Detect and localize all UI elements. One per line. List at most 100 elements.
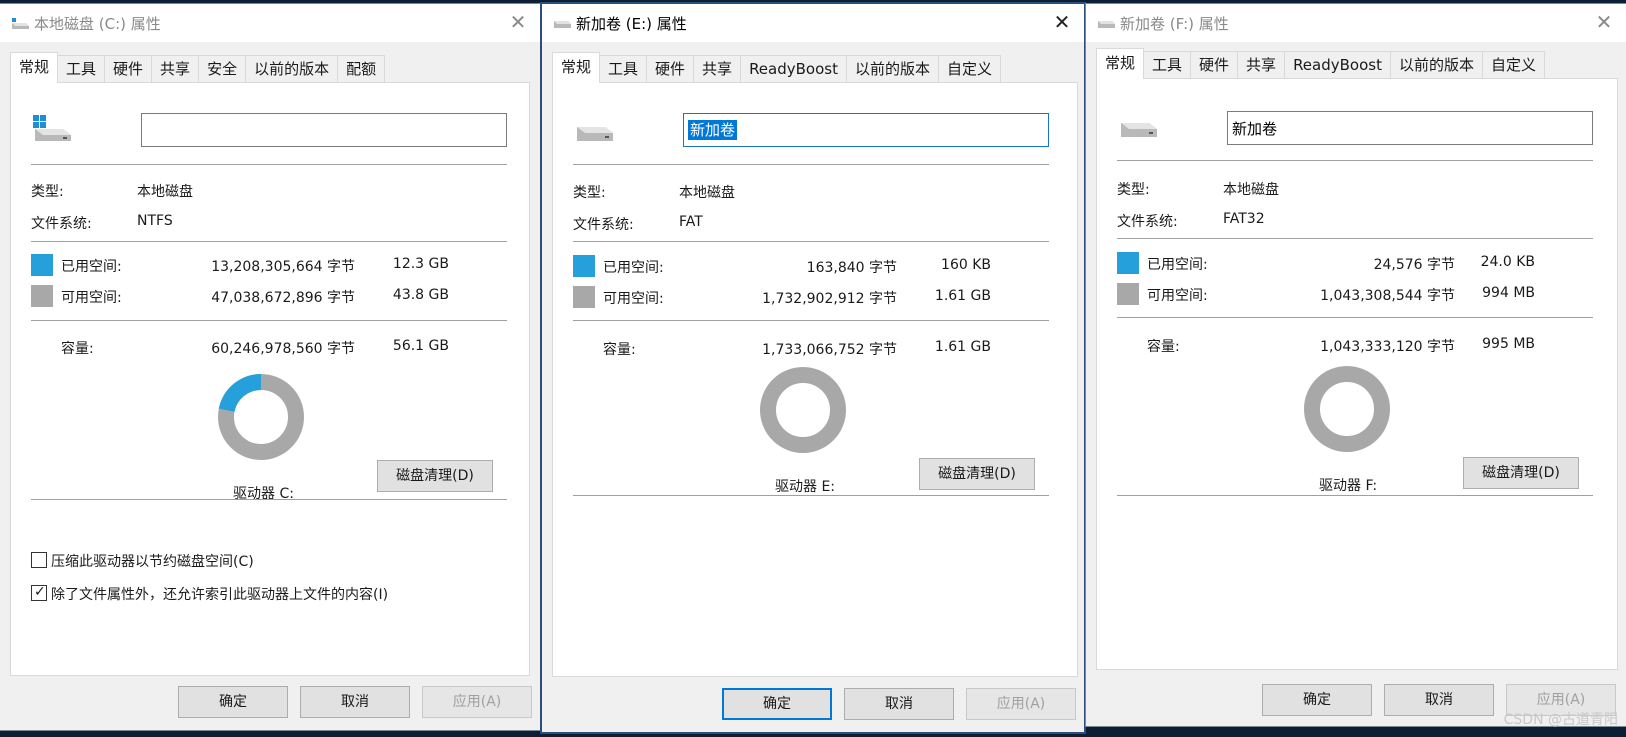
- tab-sharing[interactable]: 共享: [151, 55, 200, 82]
- tab-sharing[interactable]: 共享: [693, 55, 742, 82]
- type-label: 类型:: [1117, 182, 1150, 198]
- close-icon[interactable]: ✕: [1052, 12, 1072, 32]
- separator: [31, 241, 507, 242]
- tab-hardware[interactable]: 硬件: [104, 55, 153, 82]
- properties-window-c: 本地磁盘 (C:) 属性 ✕ 常规 工具 硬件 共享 安全 以前的版本 配额 类…: [0, 4, 540, 730]
- capacity-size: 56.1 GB: [392, 338, 449, 354]
- tab-previous-versions[interactable]: 以前的版本: [845, 55, 939, 82]
- separator: [573, 164, 1049, 165]
- apply-button[interactable]: 应用(A): [422, 686, 532, 718]
- index-label[interactable]: 除了文件属性外，还允许索引此驱动器上文件的内容(I): [51, 584, 388, 604]
- used-space-bytes: 24,576 字节: [1373, 257, 1455, 273]
- tab-general[interactable]: 常规: [10, 52, 59, 83]
- tab-tools[interactable]: 工具: [599, 55, 648, 82]
- volume-name-input[interactable]: 新加卷: [683, 113, 1049, 147]
- checkmark-icon: ✓: [34, 584, 46, 600]
- drive-icon: [12, 18, 29, 29]
- volume-name-selection: 新加卷: [688, 120, 738, 140]
- cancel-button[interactable]: 取消: [300, 686, 410, 718]
- disk-cleanup-button[interactable]: 磁盘清理(D): [919, 458, 1035, 490]
- separator: [573, 241, 1049, 242]
- used-space-label: 已用空间:: [1147, 257, 1208, 273]
- tab-general[interactable]: 常规: [1096, 48, 1145, 79]
- used-space-bytes: 13,208,305,664 字节: [211, 259, 355, 275]
- capacity-label: 容量:: [1147, 339, 1180, 355]
- volume-name-input[interactable]: [1227, 111, 1593, 145]
- title-bar[interactable]: 新加卷 (F:) 属性 ✕: [1086, 4, 1626, 42]
- title-bar[interactable]: 本地磁盘 (C:) 属性 ✕: [0, 4, 540, 42]
- disk-cleanup-button[interactable]: 磁盘清理(D): [377, 460, 493, 492]
- type-label: 类型:: [31, 184, 64, 200]
- separator: [31, 320, 507, 321]
- close-icon[interactable]: ✕: [508, 12, 528, 32]
- separator: [31, 164, 507, 165]
- used-space-swatch: [31, 254, 53, 276]
- general-panel: 类型: 本地磁盘 文件系统: NTFS 已用空间: 13,208,305,664…: [10, 82, 530, 676]
- used-space-label: 已用空间:: [61, 259, 122, 275]
- tab-sharing[interactable]: 共享: [1237, 51, 1286, 78]
- tab-hardware[interactable]: 硬件: [646, 55, 695, 82]
- usage-donut-chart: [218, 374, 304, 460]
- disk-cleanup-button[interactable]: 磁盘清理(D): [1463, 457, 1579, 489]
- filesystem-label: 文件系统:: [573, 217, 634, 233]
- usage-donut-chart: [1304, 366, 1390, 452]
- watermark: CSDN @古道青阳: [1503, 712, 1618, 728]
- tab-hardware[interactable]: 硬件: [1190, 51, 1239, 78]
- tab-previous-versions[interactable]: 以前的版本: [1389, 51, 1483, 78]
- properties-window-f: 新加卷 (F:) 属性 ✕ 常规 工具 硬件 共享 ReadyBoost 以前的…: [1086, 4, 1626, 726]
- filesystem-label: 文件系统:: [31, 216, 92, 232]
- tab-strip: 常规 工具 硬件 共享 安全 以前的版本 配额: [10, 52, 386, 83]
- capacity-bytes: 60,246,978,560 字节: [211, 341, 355, 357]
- ok-button[interactable]: 确定: [722, 688, 832, 720]
- tab-customize[interactable]: 自定义: [1482, 51, 1546, 78]
- separator: [1117, 238, 1593, 239]
- volume-name-input[interactable]: [141, 113, 507, 147]
- used-space-segment: [218, 374, 262, 413]
- tab-readyboost[interactable]: ReadyBoost: [1284, 51, 1391, 78]
- ok-button[interactable]: 确定: [1262, 684, 1372, 716]
- separator: [573, 495, 1049, 496]
- tab-tools[interactable]: 工具: [1143, 51, 1192, 78]
- drive-letter-label: 驱动器 E:: [775, 479, 836, 495]
- close-icon[interactable]: ✕: [1594, 12, 1614, 32]
- drive-icon: [1121, 123, 1157, 137]
- type-value: 本地磁盘: [137, 184, 193, 200]
- used-space-size: 12.3 GB: [392, 256, 449, 272]
- general-panel: 新加卷 类型: 本地磁盘 文件系统: FAT 已用空间: 163,840 字节 …: [552, 82, 1078, 677]
- cancel-button[interactable]: 取消: [1384, 684, 1494, 716]
- free-space-label: 可用空间:: [1147, 288, 1208, 304]
- tab-quota[interactable]: 配额: [337, 55, 386, 82]
- usage-donut-chart: [760, 367, 846, 453]
- type-value: 本地磁盘: [1223, 182, 1279, 198]
- capacity-size: 1.61 GB: [934, 339, 991, 355]
- type-value: 本地磁盘: [679, 185, 735, 201]
- filesystem-value: FAT: [679, 214, 703, 230]
- capacity-label: 容量:: [603, 342, 636, 358]
- free-space-size: 1.61 GB: [934, 288, 991, 304]
- compress-label[interactable]: 压缩此驱动器以节约磁盘空间(C): [51, 551, 254, 571]
- window-title: 新加卷 (E:) 属性: [576, 15, 687, 33]
- tab-customize[interactable]: 自定义: [938, 55, 1002, 82]
- free-space-segment: [760, 367, 846, 453]
- ok-button[interactable]: 确定: [178, 686, 288, 718]
- apply-button[interactable]: 应用(A): [966, 688, 1076, 720]
- index-checkbox[interactable]: ✓: [31, 584, 47, 601]
- used-space-label: 已用空间:: [603, 260, 664, 276]
- title-bar[interactable]: 新加卷 (E:) 属性 ✕: [542, 4, 1084, 42]
- general-panel: 类型: 本地磁盘 文件系统: FAT32 已用空间: 24,576 字节 24.…: [1096, 78, 1618, 670]
- free-space-bytes: 47,038,672,896 字节: [211, 290, 355, 306]
- tab-readyboost[interactable]: ReadyBoost: [740, 55, 847, 82]
- tab-previous-versions[interactable]: 以前的版本: [245, 55, 339, 82]
- separator: [1117, 317, 1593, 318]
- tab-tools[interactable]: 工具: [57, 55, 106, 82]
- used-space-swatch: [1117, 252, 1139, 274]
- tab-strip: 常规 工具 硬件 共享 ReadyBoost 以前的版本 自定义: [1096, 48, 1546, 79]
- drive-icon: [577, 127, 613, 141]
- window-title: 本地磁盘 (C:) 属性: [34, 15, 161, 33]
- compress-checkbox[interactable]: [31, 552, 47, 568]
- tab-general[interactable]: 常规: [552, 52, 601, 83]
- tab-security[interactable]: 安全: [198, 55, 247, 82]
- free-space-swatch: [31, 285, 53, 307]
- free-space-swatch: [1117, 283, 1139, 305]
- cancel-button[interactable]: 取消: [844, 688, 954, 720]
